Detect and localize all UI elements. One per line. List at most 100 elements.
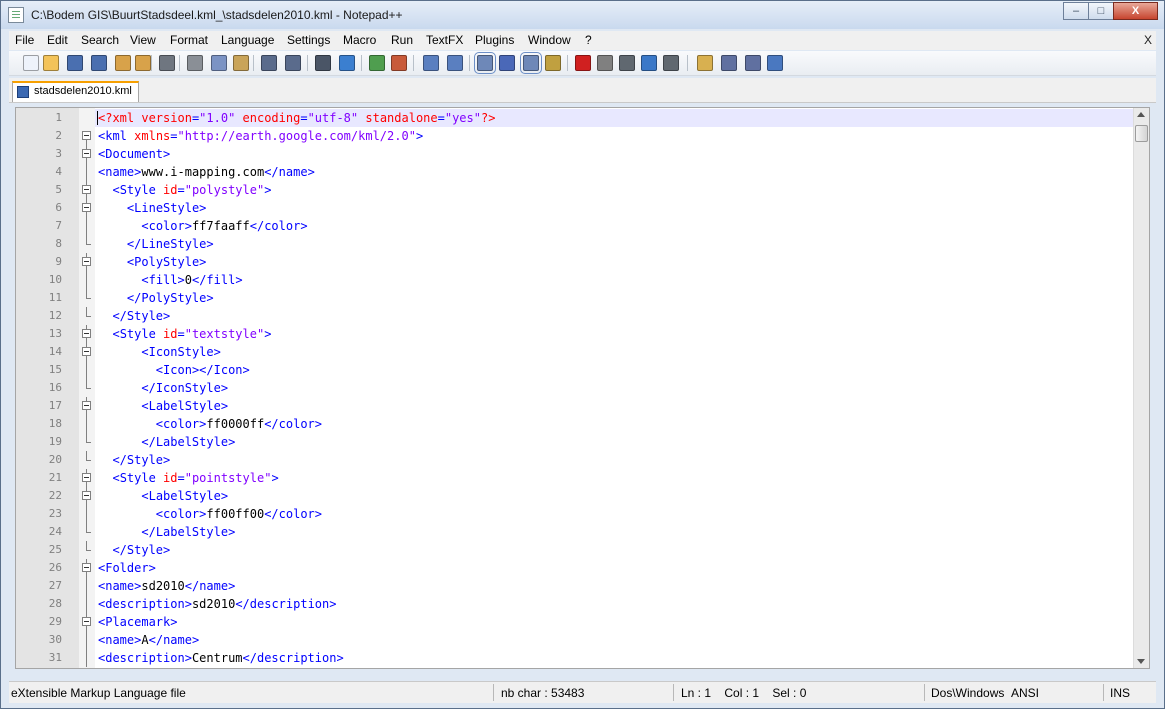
fold-toggle-icon[interactable] — [82, 401, 91, 410]
print-icon[interactable] — [159, 55, 175, 71]
spell-check-icon[interactable] — [767, 55, 783, 71]
code-line[interactable]: <description>sd2010</description> — [95, 595, 1133, 613]
tab-stadsdelen2010[interactable]: stadsdelen2010.kml — [12, 81, 139, 102]
code-line[interactable]: </LabelStyle> — [95, 433, 1133, 451]
replace-icon[interactable] — [339, 55, 355, 71]
code-line[interactable]: </LabelStyle> — [95, 523, 1133, 541]
code-line[interactable]: <LabelStyle> — [95, 487, 1133, 505]
fold-toggle-icon[interactable] — [82, 347, 91, 356]
code-line[interactable]: <color>ff00ff00</color> — [95, 505, 1133, 523]
paste-icon[interactable] — [233, 55, 249, 71]
scroll-down-arrow-icon[interactable] — [1137, 659, 1145, 664]
menu-language[interactable]: Language — [221, 33, 274, 47]
code-line[interactable]: <Icon></Icon> — [95, 361, 1133, 379]
folder-icon[interactable] — [697, 55, 713, 71]
menu-run[interactable]: Run — [391, 33, 413, 47]
vertical-scrollbar[interactable] — [1133, 108, 1149, 668]
menu-edit[interactable]: Edit — [47, 33, 68, 47]
code-line[interactable]: <color>ff7faaff</color> — [95, 217, 1133, 235]
scroll-thumb[interactable] — [1135, 125, 1148, 142]
scroll-up-arrow-icon[interactable] — [1137, 112, 1145, 117]
word-wrap-icon[interactable] — [474, 52, 496, 74]
code-line[interactable]: <Style id="textstyle"> — [95, 325, 1133, 343]
indent-guide-icon[interactable] — [520, 52, 542, 74]
code-line[interactable]: <name>sd2010</name> — [95, 577, 1133, 595]
fold-toggle-icon[interactable] — [82, 257, 91, 266]
title-bar[interactable]: C:\Bodem GIS\BuurtStadsdeel.kml_\stadsde… — [1, 1, 1164, 29]
menu-window[interactable]: Window — [528, 33, 571, 47]
menu-format[interactable]: Format — [170, 33, 208, 47]
code-line[interactable]: <kml xmlns="http://earth.google.com/kml/… — [95, 127, 1133, 145]
fold-margin[interactable] — [79, 108, 95, 668]
play-macro-icon[interactable] — [619, 55, 635, 71]
undo-icon[interactable] — [261, 55, 277, 71]
menu-textfx[interactable]: TextFX — [426, 33, 463, 47]
cut-icon[interactable] — [187, 55, 203, 71]
fold-toggle-icon[interactable] — [82, 491, 91, 500]
menu-plugins[interactable]: Plugins — [475, 33, 514, 47]
close-document-button[interactable]: X — [1144, 33, 1152, 47]
code-line[interactable]: <?xml version="1.0" encoding="utf-8" sta… — [95, 109, 1133, 127]
maximize-button[interactable]: □ — [1088, 2, 1114, 20]
close-window-button[interactable]: X — [1113, 2, 1158, 20]
code-line[interactable]: <IconStyle> — [95, 343, 1133, 361]
code-line[interactable]: </LineStyle> — [95, 235, 1133, 253]
open-file-icon[interactable] — [43, 55, 59, 71]
code-line[interactable]: </PolyStyle> — [95, 289, 1133, 307]
notepad-app-icon[interactable] — [8, 7, 24, 23]
code-line[interactable]: <Style id="polystyle"> — [95, 181, 1133, 199]
code-line[interactable]: </Style> — [95, 307, 1133, 325]
menu-macro[interactable]: Macro — [343, 33, 376, 47]
console-icon[interactable] — [721, 55, 737, 71]
code-line[interactable]: <Document> — [95, 145, 1133, 163]
sync-horizontal-icon[interactable] — [447, 55, 463, 71]
code-line[interactable]: <Folder> — [95, 559, 1133, 577]
function-list-icon[interactable] — [745, 55, 761, 71]
redo-icon[interactable] — [285, 55, 301, 71]
code-line[interactable]: <fill>0</fill> — [95, 271, 1133, 289]
text-area[interactable]: <?xml version="1.0" encoding="utf-8" sta… — [95, 108, 1133, 668]
find-icon[interactable] — [315, 55, 331, 71]
code-line[interactable]: <Style id="pointstyle"> — [95, 469, 1133, 487]
run-macro-multiple-icon[interactable] — [641, 55, 657, 71]
code-line[interactable]: </Style> — [95, 541, 1133, 559]
menu-file[interactable]: File — [15, 33, 34, 47]
close-all-icon[interactable] — [135, 55, 151, 71]
code-line[interactable]: <name>A</name> — [95, 631, 1133, 649]
code-line[interactable]: <PolyStyle> — [95, 253, 1133, 271]
fold-toggle-icon[interactable] — [82, 203, 91, 212]
show-all-chars-icon[interactable] — [499, 55, 515, 71]
zoom-in-icon[interactable] — [369, 55, 385, 71]
code-line[interactable]: </IconStyle> — [95, 379, 1133, 397]
zoom-out-icon[interactable] — [391, 55, 407, 71]
code-editor[interactable]: 1 2 3 4 5 6 7 8 9 10 11 12 13 14 15 16 17 18 19 20 21 22 23 24 2… — [15, 107, 1150, 669]
fold-toggle-icon[interactable] — [82, 185, 91, 194]
fold-toggle-icon[interactable] — [82, 563, 91, 572]
code-line[interactable]: <Placemark> — [95, 613, 1133, 631]
save-all-icon[interactable] — [91, 55, 107, 71]
save-macro-icon[interactable] — [663, 55, 679, 71]
code-line[interactable]: <LineStyle> — [95, 199, 1133, 217]
menu-search[interactable]: Search — [81, 33, 119, 47]
sync-vertical-icon[interactable] — [423, 55, 439, 71]
fold-toggle-icon[interactable] — [82, 617, 91, 626]
fold-toggle-icon[interactable] — [82, 473, 91, 482]
code-line[interactable]: <color>ff0000ff</color> — [95, 415, 1133, 433]
code-line[interactable]: <LabelStyle> — [95, 397, 1133, 415]
fold-toggle-icon[interactable] — [82, 131, 91, 140]
fold-toggle-icon[interactable] — [82, 149, 91, 158]
code-line[interactable]: <description>Centrum</description> — [95, 649, 1133, 667]
code-line[interactable]: </Style> — [95, 451, 1133, 469]
minimize-button[interactable]: – — [1063, 2, 1089, 20]
menu-help[interactable]: ? — [585, 33, 592, 47]
menu-settings[interactable]: Settings — [287, 33, 330, 47]
doc-map-icon[interactable] — [545, 55, 561, 71]
close-icon[interactable] — [115, 55, 131, 71]
copy-icon[interactable] — [211, 55, 227, 71]
fold-toggle-icon[interactable] — [82, 329, 91, 338]
record-macro-icon[interactable] — [575, 55, 591, 71]
stop-macro-icon[interactable] — [597, 55, 613, 71]
menu-view[interactable]: View — [130, 33, 156, 47]
code-line[interactable]: <name>www.i-mapping.com</name> — [95, 163, 1133, 181]
new-file-icon[interactable] — [23, 55, 39, 71]
